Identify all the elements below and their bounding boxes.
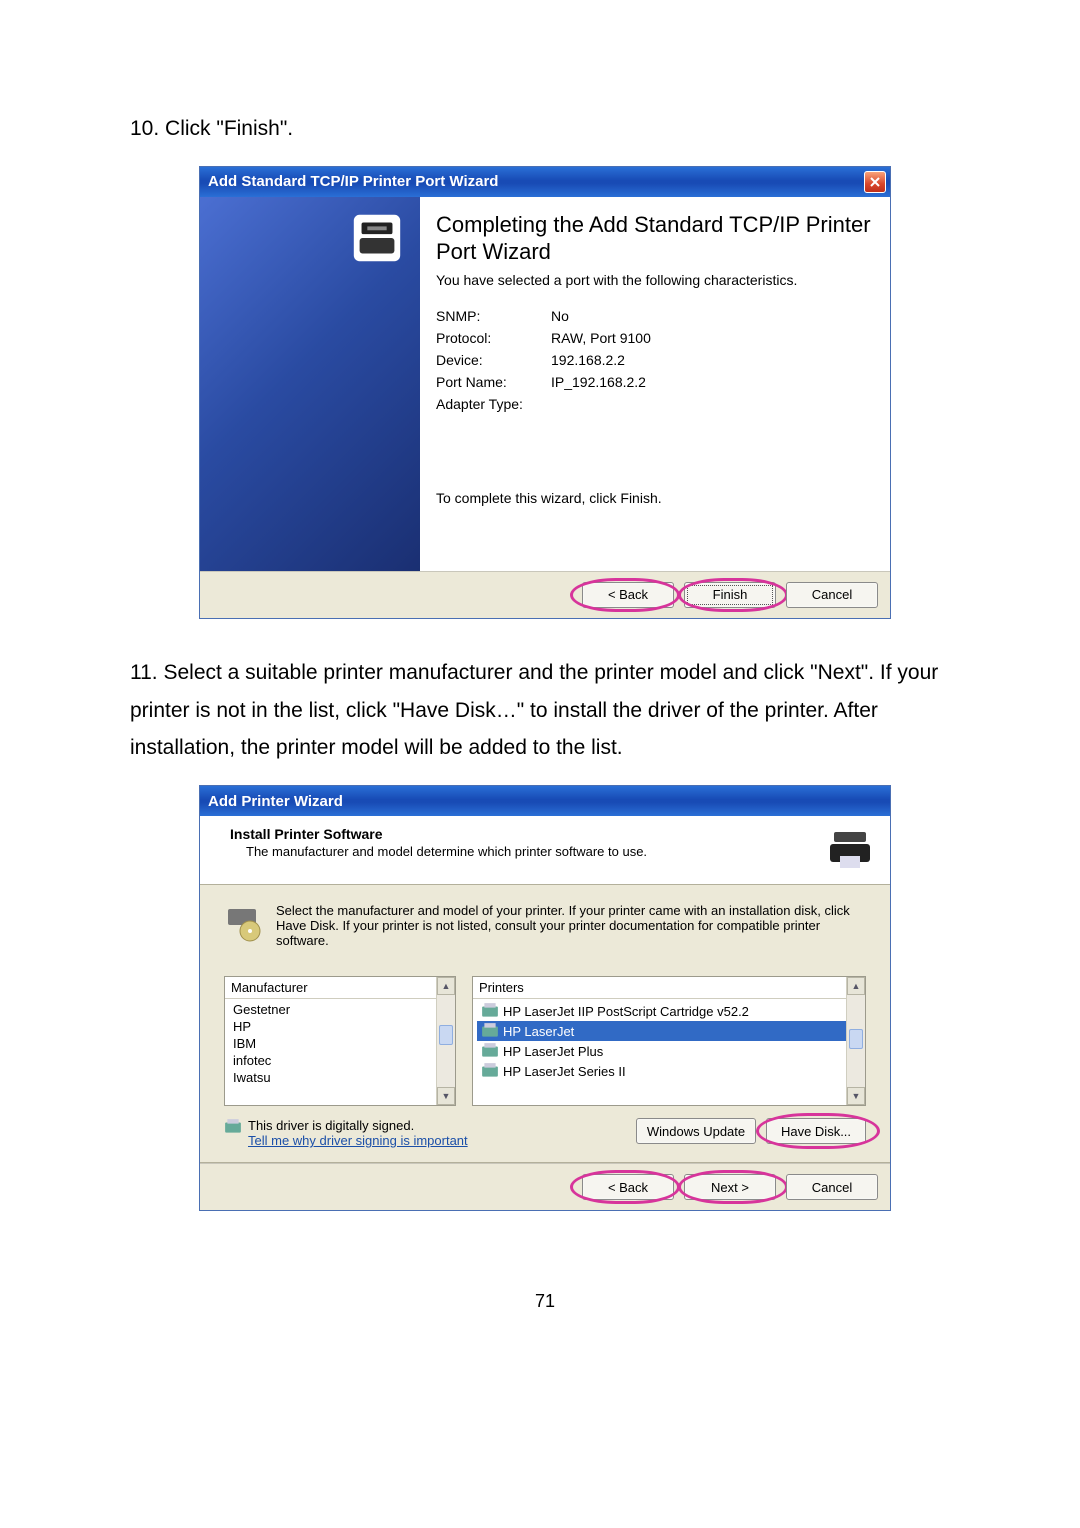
dialog2-titlebar: Add Printer Wizard [200,786,890,816]
dialog2-title-text: Add Printer Wizard [208,793,343,810]
list-item[interactable]: HP LaserJet IIP PostScript Cartridge v52… [477,1001,861,1021]
scroll-down-icon[interactable]: ▼ [847,1087,865,1105]
close-icon[interactable] [864,171,886,193]
page-number: 71 [130,1291,960,1312]
portname-value: IP_192.168.2.2 [551,374,646,390]
signed-driver-icon [481,1022,499,1040]
adaptertype-label: Adapter Type: [436,396,551,412]
have-disk-button[interactable]: Have Disk... [766,1118,866,1144]
snmp-label: SNMP: [436,308,551,324]
dialog1-buttonbar: < Back Finish Cancel [200,571,890,618]
scroll-thumb[interactable] [439,1025,453,1045]
protocol-label: Protocol: [436,330,551,346]
dialog1-title-text: Add Standard TCP/IP Printer Port Wizard [208,173,498,190]
cancel-button[interactable]: Cancel [786,1174,878,1200]
dialog1-titlebar: Add Standard TCP/IP Printer Port Wizard [200,167,890,197]
manufacturer-list[interactable]: Manufacturer Gestetner HP IBM infotec Iw… [224,976,456,1106]
scroll-down-icon[interactable]: ▼ [437,1087,455,1105]
scrollbar[interactable]: ▲ ▼ [436,977,455,1105]
list-item[interactable]: Gestetner [229,1001,451,1018]
scroll-up-icon[interactable]: ▲ [437,977,455,995]
list-item[interactable]: HP LaserJet Plus [477,1041,861,1061]
list-item[interactable]: HP LaserJet [477,1021,861,1041]
dialog2-buttonbar: < Back Next > Cancel [200,1163,890,1210]
step-10-text: 10. Click "Finish". [130,110,960,148]
finish-button[interactable]: Finish [684,582,776,608]
portname-label: Port Name: [436,374,551,390]
back-button[interactable]: < Back [582,582,674,608]
list-item[interactable]: Iwatsu [229,1069,451,1086]
signed-driver-icon [481,1062,499,1080]
printer-disc-icon [224,903,264,943]
device-value: 192.168.2.2 [551,352,625,368]
printer-icon [826,826,874,874]
tcpip-wizard-dialog: Add Standard TCP/IP Printer Port Wizard [199,166,891,619]
manufacturer-header: Manufacturer [225,977,455,999]
wizard-heading: Completing the Add Standard TCP/IP Print… [436,211,872,266]
wizard-subtext: You have selected a port with the follow… [436,272,872,288]
signed-driver-icon [224,1118,242,1136]
list-item[interactable]: IBM [229,1035,451,1052]
back-button[interactable]: < Back [582,1174,674,1200]
signing-info-link[interactable]: Tell me why driver signing is important [248,1133,468,1148]
next-button[interactable]: Next > [684,1174,776,1200]
list-item[interactable]: infotec [229,1052,451,1069]
printers-list[interactable]: Printers HP LaserJet IIP PostScript Cart… [472,976,866,1106]
add-printer-wizard-dialog: Add Printer Wizard Install Printer Softw… [199,785,891,1211]
instruction-row: Select the manufacturer and model of you… [224,903,866,948]
list-item[interactable]: HP [229,1018,451,1035]
install-software-title: Install Printer Software [230,826,826,842]
scroll-up-icon[interactable]: ▲ [847,977,865,995]
dialog2-wrap: Add Printer Wizard Install Printer Softw… [130,785,960,1211]
scroll-thumb[interactable] [849,1029,863,1049]
signed-driver-icon [481,1002,499,1020]
list-item[interactable]: HP LaserJet Series II [477,1061,861,1081]
signed-driver-icon [481,1042,499,1060]
wizard-sidebar-graphic [200,197,420,571]
printer-icon [348,209,406,267]
printers-header: Printers [473,977,865,999]
instruction-text: Select the manufacturer and model of you… [276,903,866,948]
wizard-header-band: Install Printer Software The manufacture… [200,816,890,885]
complete-note: To complete this wizard, click Finish. [436,490,872,506]
step-11-text: 11. Select a suitable printer manufactur… [130,654,960,767]
protocol-value: RAW, Port 9100 [551,330,651,346]
dialog1-wrap: Add Standard TCP/IP Printer Port Wizard [130,166,960,619]
scrollbar[interactable]: ▲ ▼ [846,977,865,1105]
install-software-sub: The manufacturer and model determine whi… [246,844,826,859]
snmp-value: No [551,308,569,324]
device-label: Device: [436,352,551,368]
cancel-button[interactable]: Cancel [786,582,878,608]
windows-update-button[interactable]: Windows Update [636,1118,756,1144]
signed-text: This driver is digitally signed. [248,1118,468,1133]
